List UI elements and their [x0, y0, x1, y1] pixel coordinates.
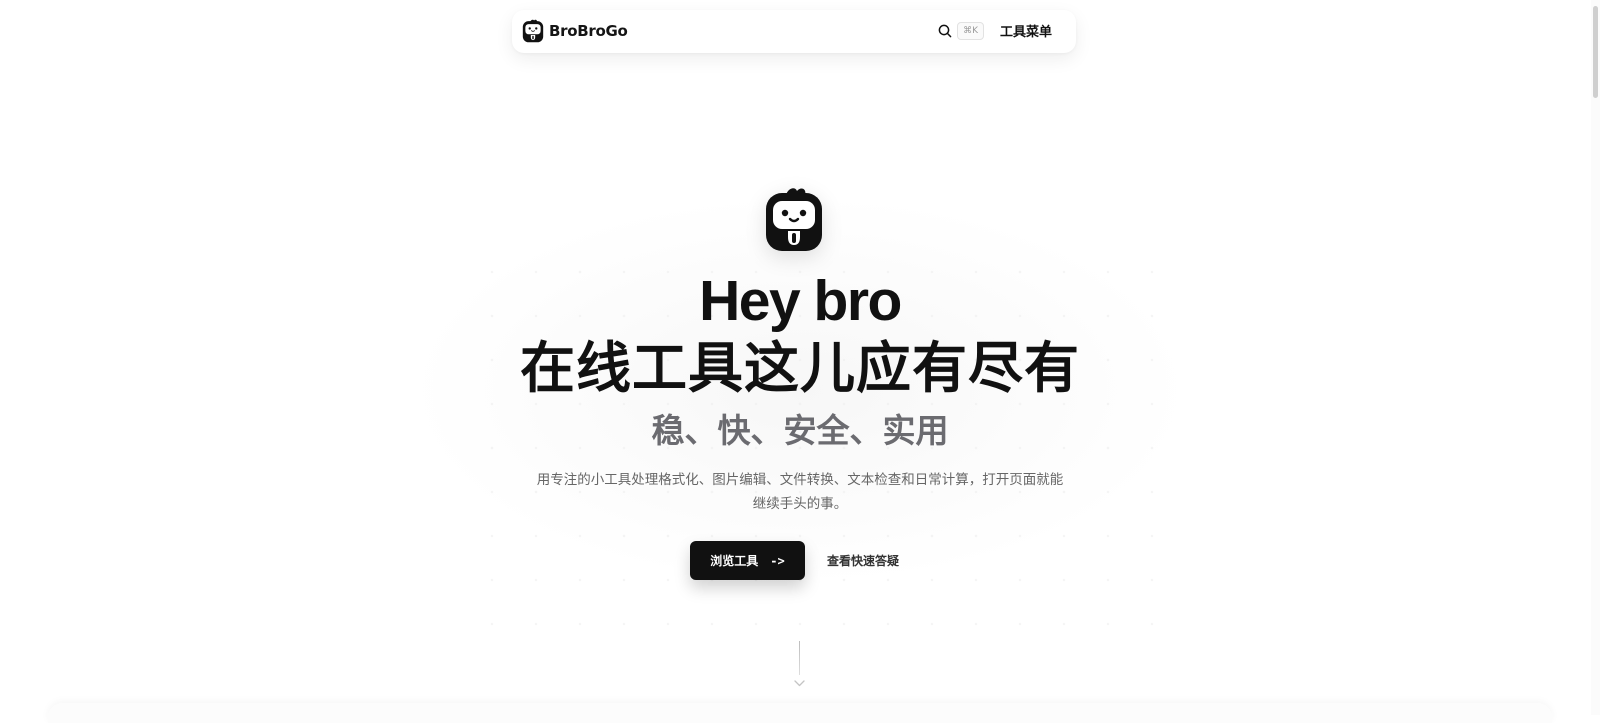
browse-tools-button[interactable]: 浏览工具 -> [690, 541, 805, 580]
search-button[interactable]: ⌘K [938, 21, 984, 40]
navbar-actions: ⌘K 工具菜单 [938, 21, 1052, 40]
hero-title-chinese: 在线工具这儿应有尽有 [519, 336, 1080, 400]
arrow-right-icon: -> [770, 553, 785, 568]
brand-home-link[interactable]: BroBroGo [522, 19, 628, 43]
brand-name: BroBroGo [549, 22, 628, 40]
hero-title-english: Hey bro [699, 269, 902, 333]
top-navbar: BroBroGo ⌘K 工具菜单 [512, 10, 1076, 53]
next-section-edge [48, 703, 1552, 723]
scroll-indicator-line [799, 641, 800, 675]
search-icon [938, 24, 952, 38]
hero-description: 用专注的小工具处理格式化、图片编辑、文件转换、文本检查和日常计算，打开页面就能继… [536, 472, 1064, 512]
search-shortcut-badge: ⌘K [957, 21, 984, 40]
mascot-logo-icon [522, 19, 544, 43]
page-scrollbar[interactable] [1591, 0, 1600, 715]
chevron-down-icon[interactable] [793, 679, 806, 688]
hero-actions: 浏览工具 -> 查看快速答疑 [690, 541, 901, 580]
browse-tools-label: 浏览工具 [710, 554, 759, 568]
hero-tagline: 稳、快、安全、实用 [651, 411, 949, 450]
faq-link[interactable]: 查看快速答疑 [825, 548, 901, 573]
page-scrollbar-thumb[interactable] [1593, 6, 1598, 98]
mascot-logo-icon [764, 187, 824, 253]
tools-menu-button[interactable]: 工具菜单 [1000, 21, 1052, 40]
